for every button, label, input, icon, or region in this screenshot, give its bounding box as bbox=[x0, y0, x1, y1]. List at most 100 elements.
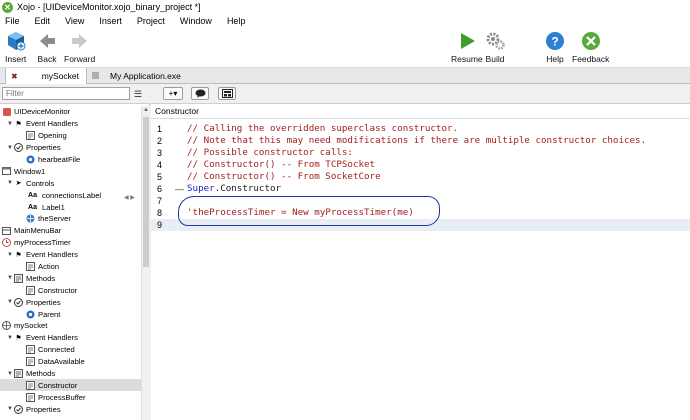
nav-item-event-handlers[interactable]: ▼ ⚑ Event Handlers bbox=[0, 249, 141, 261]
expand-toggle-icon[interactable]: ▼ bbox=[6, 299, 14, 305]
scroll-up-icon[interactable]: ▲ bbox=[143, 107, 149, 113]
nav-item-properties[interactable]: ▼ Properties bbox=[0, 142, 141, 154]
nav-item-connectionslabel[interactable]: Aa connectionsLabel bbox=[0, 189, 141, 201]
code-line-3[interactable]: 3 // Possible constructor calls: bbox=[151, 147, 690, 159]
menu-window[interactable]: Window bbox=[179, 16, 213, 26]
menu-project[interactable]: Project bbox=[136, 16, 166, 26]
timer-icon bbox=[2, 238, 11, 248]
comment-button[interactable] bbox=[191, 87, 209, 100]
nav-item-label1[interactable]: Aa Label1 bbox=[0, 201, 141, 213]
line-number: 2 bbox=[157, 136, 163, 146]
navigator-scrollbar[interactable]: ▲ bbox=[141, 106, 150, 420]
add-icon: +▾ bbox=[168, 89, 178, 98]
build-button[interactable]: Build bbox=[485, 31, 505, 64]
menu-bar: File Edit View Insert Project Window Hel… bbox=[0, 14, 690, 28]
nav-item-opening[interactable]: Opening bbox=[0, 130, 141, 142]
back-button[interactable]: Back bbox=[37, 31, 57, 64]
code-line-2[interactable]: 2 // Note that this may need modificatio… bbox=[151, 135, 690, 147]
expand-toggle-icon[interactable]: ▼ bbox=[6, 121, 14, 127]
expand-toggle-icon[interactable]: ▼ bbox=[6, 406, 14, 412]
filter-options-icon[interactable]: ☰ bbox=[134, 89, 142, 100]
code-line-5[interactable]: 5 // Constructor() -- From SocketCore bbox=[151, 171, 690, 183]
expand-toggle-icon[interactable]: ▼ bbox=[6, 180, 14, 186]
nav-item-properties[interactable]: ▼ Properties bbox=[0, 296, 141, 308]
socket-icon bbox=[26, 214, 35, 223]
method-name-header: Constructor bbox=[151, 104, 690, 119]
nav-item-parent[interactable]: Parent bbox=[0, 308, 141, 320]
property-icon bbox=[26, 155, 35, 164]
expand-toggle-icon[interactable]: ▼ bbox=[6, 145, 14, 151]
scroll-thumb[interactable] bbox=[143, 117, 149, 267]
forward-button[interactable]: Forward bbox=[64, 31, 95, 64]
resume-label: Resume bbox=[451, 54, 483, 64]
line-number: 7 bbox=[157, 196, 163, 206]
nav-item-controls[interactable]: ▼ ➤ Controls bbox=[0, 177, 141, 189]
expand-toggle-icon[interactable]: ▼ bbox=[6, 335, 14, 341]
nav-item-hearbeatfile[interactable]: hearbeatFile bbox=[0, 154, 141, 166]
nav-item-mainmenubar[interactable]: MainMenuBar bbox=[0, 225, 141, 237]
title-bar: ✕ Xojo - [UIDeviceMonitor.xojo_binary_pr… bbox=[0, 0, 690, 14]
navigator-list: UIDeviceMonitor ▼ ⚑ Event Handlers Openi… bbox=[0, 106, 141, 420]
filter-input[interactable] bbox=[2, 87, 130, 100]
nav-item-uidevicemonitor[interactable]: UIDeviceMonitor bbox=[0, 106, 141, 118]
label-icon: Aa bbox=[28, 191, 37, 199]
code-line-9-current[interactable]: 9 bbox=[151, 219, 690, 231]
close-icon[interactable]: ✖ bbox=[11, 72, 18, 81]
nav-item-theserver[interactable]: theServer bbox=[0, 213, 141, 225]
code-line-1[interactable]: 1 // Calling the overridden superclass c… bbox=[151, 123, 690, 135]
expand-toggle-icon[interactable]: ▼ bbox=[6, 275, 14, 281]
code-line-8[interactable]: 8 'theProcessTimer = New myProcessTimer(… bbox=[151, 207, 690, 219]
code-line-7[interactable]: 7 bbox=[151, 195, 690, 207]
help-label: Help bbox=[546, 54, 564, 64]
methods-icon bbox=[14, 369, 23, 379]
nav-item-dataavailable[interactable]: DataAvailable bbox=[0, 356, 141, 368]
nav-item-event-handlers[interactable]: ▼ ⚑ Event Handlers bbox=[0, 332, 141, 344]
tab-mysocket[interactable]: ✖ mySocket bbox=[5, 68, 87, 84]
menu-view[interactable]: View bbox=[64, 16, 85, 26]
menu-file[interactable]: File bbox=[4, 16, 21, 26]
nav-item-methods[interactable]: ▼ Methods bbox=[0, 368, 141, 380]
nav-item-properties[interactable]: ▼ Properties bbox=[0, 403, 141, 415]
menu-edit[interactable]: Edit bbox=[34, 16, 52, 26]
layout-button[interactable] bbox=[218, 87, 236, 100]
menu-insert[interactable]: Insert bbox=[98, 16, 123, 26]
tab-my-application[interactable]: My Application.exe bbox=[88, 68, 198, 84]
menu-help[interactable]: Help bbox=[226, 16, 247, 26]
code-text: // Constructor() -- From TCPSocket bbox=[187, 159, 376, 170]
nav-item-event-handlers[interactable]: ▼ ⚑ Event Handlers bbox=[0, 118, 141, 130]
code-line-6[interactable]: 6 — Super.Constructor bbox=[151, 183, 690, 195]
code-line-4[interactable]: 4 // Constructor() -- From TCPSocket bbox=[151, 159, 690, 171]
nav-item-myprocesstimer[interactable]: myProcessTimer bbox=[0, 237, 141, 249]
code-text: // Note that this may need modifications… bbox=[187, 135, 647, 146]
expand-toggle-icon[interactable]: ▼ bbox=[6, 371, 14, 377]
line-number: 4 bbox=[157, 160, 163, 170]
exe-icon bbox=[92, 72, 99, 79]
code-text: // Calling the overridden superclass con… bbox=[187, 123, 459, 134]
label-icon: Aa bbox=[28, 203, 37, 211]
code-text: Super.Constructor bbox=[187, 183, 281, 195]
code-editor[interactable]: 1 // Calling the overridden superclass c… bbox=[151, 119, 690, 420]
nav-item-methods[interactable]: ▼ Methods bbox=[0, 272, 141, 284]
resume-button[interactable]: Resume bbox=[451, 31, 483, 64]
code-member: .Constructor bbox=[214, 183, 282, 194]
tab-mysocket-label: mySocket bbox=[41, 71, 80, 81]
method-icon bbox=[26, 345, 35, 355]
help-button[interactable]: ? Help bbox=[545, 31, 565, 64]
app-project-icon bbox=[2, 107, 11, 116]
nav-item-connected[interactable]: Connected bbox=[0, 344, 141, 356]
nav-item-constructor[interactable]: Constructor bbox=[0, 284, 141, 296]
nav-item-mysocket[interactable]: mySocket bbox=[0, 320, 141, 332]
insert-button[interactable]: Insert bbox=[5, 31, 26, 64]
fold-marker-icon[interactable]: — bbox=[175, 183, 184, 195]
xojo-icon: ✕ bbox=[2, 1, 13, 13]
method-icon bbox=[26, 262, 35, 272]
nav-item-processbuffer[interactable]: ProcessBuffer bbox=[0, 391, 141, 403]
nav-item-action[interactable]: Action bbox=[0, 261, 141, 273]
nav-item-window1[interactable]: Window1 bbox=[0, 165, 141, 177]
line-number: 5 bbox=[157, 172, 163, 182]
add-item-button[interactable]: +▾ bbox=[163, 87, 183, 100]
forward-label: Forward bbox=[64, 54, 96, 64]
nav-item-constructor-selected[interactable]: Constructor bbox=[0, 379, 141, 392]
feedback-button[interactable]: Feedback bbox=[572, 31, 609, 64]
expand-toggle-icon[interactable]: ▼ bbox=[6, 252, 14, 258]
